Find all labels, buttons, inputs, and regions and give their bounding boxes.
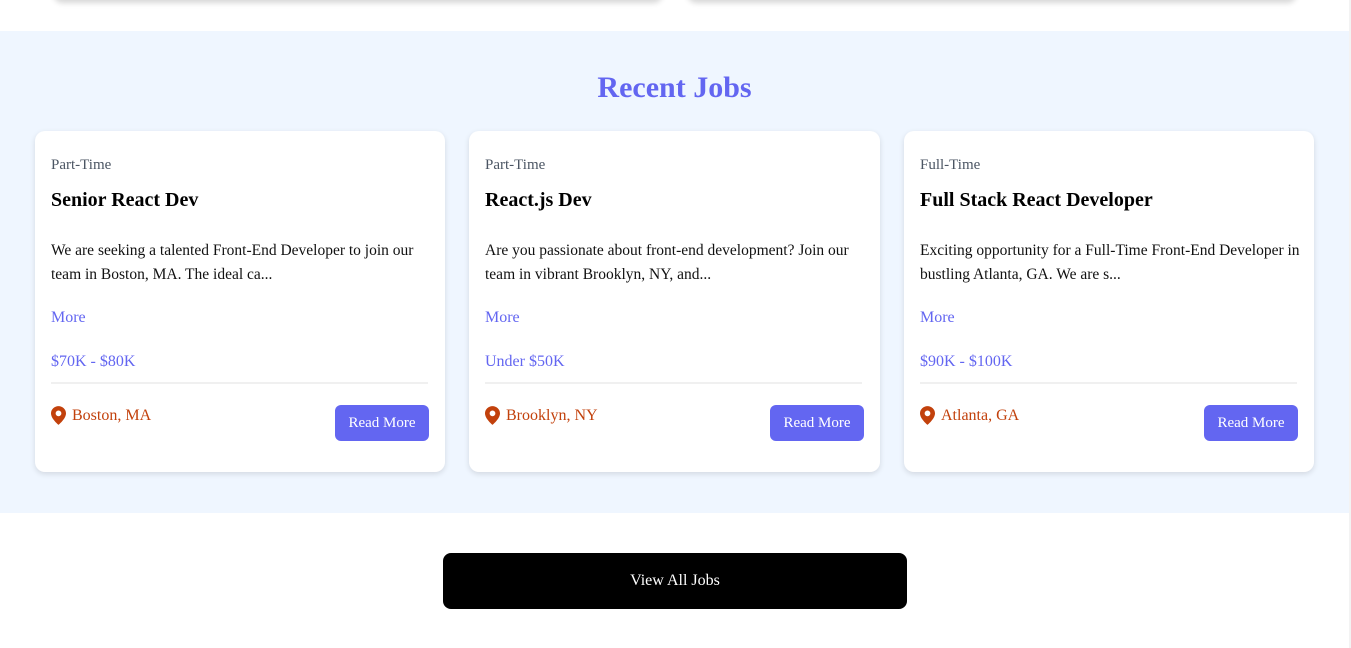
recent-jobs-section: Recent Jobs Part-Time Senior React Dev W…	[0, 31, 1349, 513]
read-more-button[interactable]: Read More	[335, 405, 429, 441]
more-link[interactable]: More	[920, 309, 955, 327]
job-description: Are you passionate about front-end devel…	[485, 242, 849, 283]
job-salary: $90K - $100K	[920, 353, 1013, 370]
job-location: Atlanta, GA	[920, 406, 1019, 425]
job-type: Full-Time	[920, 157, 981, 173]
more-link[interactable]: More	[51, 309, 86, 327]
job-card: Full-Time Full Stack React Developer Exc…	[904, 131, 1314, 472]
job-title: Full Stack React Developer	[920, 189, 1153, 211]
job-card: Part-Time Senior React Dev We are seekin…	[35, 131, 445, 472]
job-description: Exciting opportunity for a Full-Time Fro…	[920, 242, 1300, 283]
read-more-button[interactable]: Read More	[1204, 405, 1298, 441]
job-title: Senior React Dev	[51, 189, 199, 211]
section-title: Recent Jobs	[597, 71, 752, 104]
divider	[920, 382, 1297, 384]
divider	[485, 382, 862, 384]
more-link[interactable]: More	[485, 309, 520, 327]
location-label: Atlanta, GA	[941, 406, 1020, 424]
job-title: React.js Dev	[485, 189, 592, 211]
job-salary: Under $50K	[485, 353, 565, 370]
divider	[51, 382, 428, 384]
view-all-jobs-button[interactable]: View All Jobs	[443, 553, 907, 609]
job-card: Part-Time React.js Dev Are you passionat…	[469, 131, 880, 472]
job-location: Boston, MA	[51, 406, 151, 425]
previous-section	[0, 0, 1349, 31]
location-label: Brooklyn, NY	[506, 406, 598, 424]
location-label: Boston, MA	[72, 406, 152, 424]
job-description: We are seeking a talented Front-End Deve…	[51, 242, 414, 283]
map-marker-icon	[920, 406, 935, 425]
map-marker-icon	[51, 406, 66, 425]
job-type: Part-Time	[485, 157, 546, 173]
job-salary: $70K - $80K	[51, 353, 136, 370]
job-type: Part-Time	[51, 157, 112, 173]
job-location: Brooklyn, NY	[485, 406, 598, 425]
read-more-button[interactable]: Read More	[770, 405, 864, 441]
map-marker-icon	[485, 406, 500, 425]
